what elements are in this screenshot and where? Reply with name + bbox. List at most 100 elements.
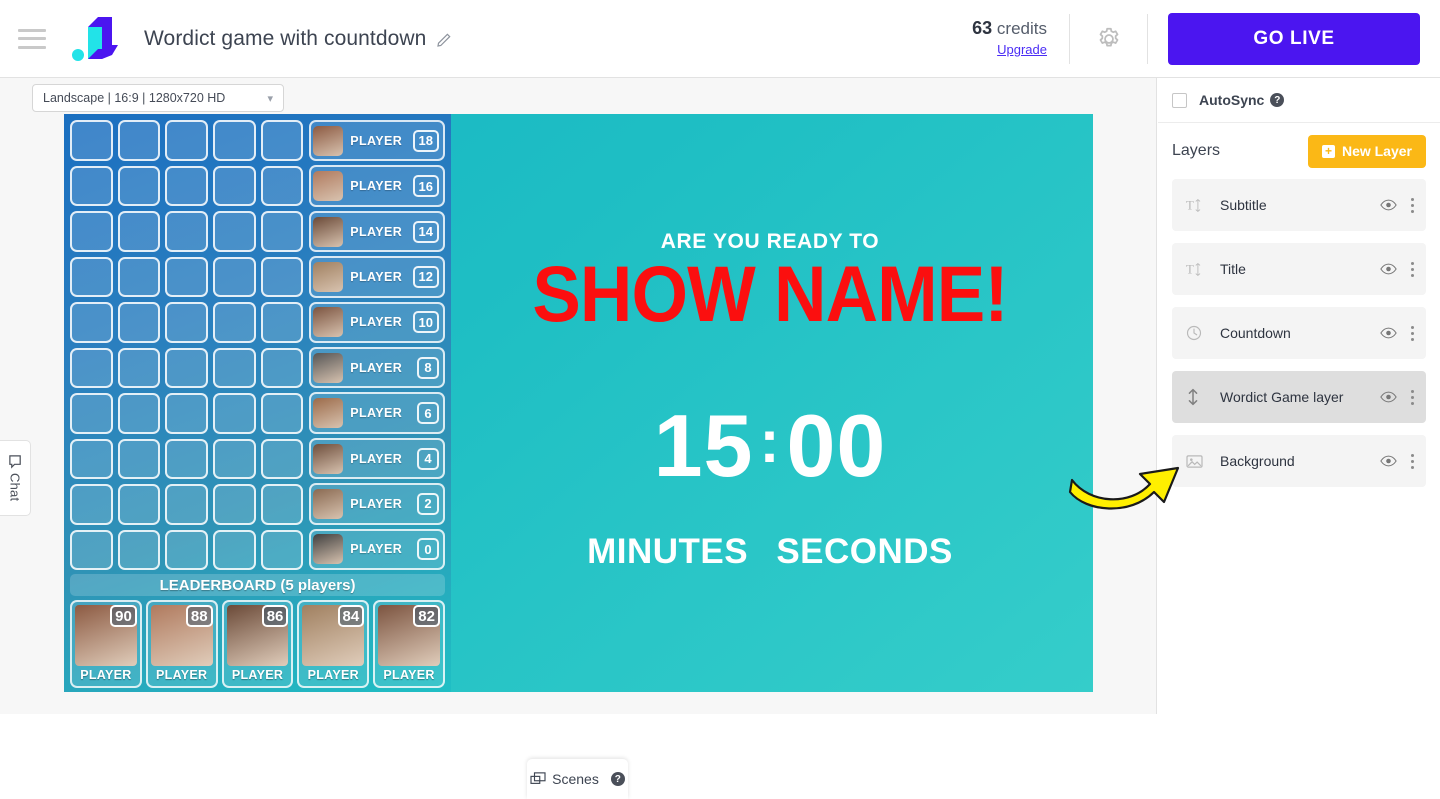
- grid-cell[interactable]: [117, 211, 161, 252]
- settings-button[interactable]: [1070, 13, 1148, 64]
- player-avatar: [313, 352, 344, 383]
- grid-cell[interactable]: [70, 256, 113, 297]
- word-grid[interactable]: [70, 120, 304, 570]
- grid-cell[interactable]: [70, 438, 113, 479]
- grid-cell[interactable]: [70, 120, 113, 161]
- help-icon[interactable]: ?: [610, 772, 625, 786]
- grid-cell[interactable]: [70, 211, 113, 252]
- player-name: PLAYER: [350, 133, 403, 148]
- grid-cell[interactable]: [117, 347, 161, 388]
- grid-cell[interactable]: [260, 165, 304, 206]
- grid-cell[interactable]: [117, 165, 161, 206]
- grid-cell[interactable]: [260, 256, 304, 297]
- player-name: PLAYER: [350, 451, 403, 466]
- grid-cell[interactable]: [260, 484, 304, 525]
- scenes-icon: [530, 772, 546, 784]
- grid-cell[interactable]: [117, 484, 161, 525]
- grid-cell[interactable]: [70, 347, 113, 388]
- autosync-row[interactable]: AutoSync ?: [1158, 78, 1440, 123]
- leaderboard-card: 82 PLAYER: [373, 600, 445, 688]
- grid-cell[interactable]: [260, 302, 304, 343]
- player-score: 10: [412, 311, 439, 334]
- help-icon[interactable]: ?: [1270, 93, 1285, 107]
- chat-tab[interactable]: Chat: [0, 440, 31, 516]
- layer-row-subtitle[interactable]: T Subtitle: [1172, 179, 1426, 231]
- grid-cell[interactable]: [165, 120, 208, 161]
- grid-cell[interactable]: [212, 347, 256, 388]
- kebab-menu-icon[interactable]: [1411, 453, 1414, 469]
- grid-cell[interactable]: [70, 529, 113, 570]
- grid-cell[interactable]: [165, 165, 208, 206]
- grid-cell[interactable]: [165, 484, 208, 525]
- grid-cell[interactable]: [70, 393, 113, 434]
- kebab-menu-icon[interactable]: [1411, 261, 1414, 277]
- player-row: PLAYER 12: [309, 256, 445, 298]
- player-row: PLAYER 14: [309, 210, 445, 253]
- pencil-icon[interactable]: [437, 31, 453, 47]
- layer-row-countdown[interactable]: Countdown: [1172, 307, 1426, 359]
- player-row: PLAYER 6: [309, 392, 445, 434]
- eye-icon[interactable]: [1380, 263, 1397, 275]
- canvas-title: SHOW NAME!: [532, 249, 1008, 338]
- new-layer-button[interactable]: + New Layer: [1307, 134, 1426, 168]
- grid-cell[interactable]: [260, 211, 304, 252]
- grid-cell[interactable]: [260, 438, 304, 479]
- grid-cell[interactable]: [212, 529, 256, 570]
- layer-row-wordict-game-layer[interactable]: Wordict Game layer: [1172, 371, 1426, 423]
- grid-cell[interactable]: [70, 165, 113, 206]
- kebab-menu-icon[interactable]: [1411, 197, 1414, 213]
- canvas-subtitle: ARE YOU READY TO: [660, 230, 880, 253]
- grid-cell[interactable]: [70, 302, 113, 343]
- grid-cell[interactable]: [212, 302, 256, 343]
- grid-cell[interactable]: [117, 256, 161, 297]
- aspect-ratio-select[interactable]: Landscape | 16:9 | 1280x720 HD ▾: [32, 84, 284, 112]
- grid-cell[interactable]: [117, 438, 161, 479]
- grid-cell[interactable]: [117, 529, 161, 570]
- eye-icon[interactable]: [1380, 327, 1397, 339]
- grid-cell[interactable]: [260, 393, 304, 434]
- grid-cell[interactable]: [165, 438, 208, 479]
- wordict-game-layer[interactable]: PLAYER 18 PLAYER 16 PLAYER 14 PLAYER 12 PLAYER 10…: [64, 114, 451, 692]
- grid-cell[interactable]: [212, 211, 256, 252]
- grid-cell[interactable]: [165, 256, 208, 297]
- player-score: 18: [412, 129, 439, 152]
- leaderboard-score: 90: [110, 605, 137, 627]
- eye-icon[interactable]: [1380, 391, 1397, 403]
- grid-cell[interactable]: [212, 165, 256, 206]
- eye-icon[interactable]: [1380, 455, 1397, 467]
- countdown-minutes-label: MINUTES: [587, 532, 749, 571]
- grid-cell[interactable]: [165, 302, 208, 343]
- grid-cell[interactable]: [260, 529, 304, 570]
- arrows-vertical-icon: [1186, 388, 1206, 406]
- grid-cell[interactable]: [260, 347, 304, 388]
- kebab-menu-icon[interactable]: [1411, 325, 1414, 341]
- layer-row-title[interactable]: T Title: [1172, 243, 1426, 295]
- grid-cell[interactable]: [117, 302, 161, 343]
- grid-cell[interactable]: [117, 120, 161, 161]
- grid-cell[interactable]: [165, 211, 208, 252]
- grid-cell[interactable]: [212, 393, 256, 434]
- grid-cell[interactable]: [260, 120, 304, 161]
- grid-cell[interactable]: [165, 529, 208, 570]
- layer-name: Subtitle: [1220, 197, 1267, 213]
- player-name: PLAYER: [350, 269, 403, 284]
- grid-cell[interactable]: [117, 393, 161, 434]
- preview-canvas[interactable]: ARE YOU READY TO SHOW NAME! 15:00 MINUTE…: [64, 114, 1093, 692]
- leaderboard-name: PLAYER: [231, 668, 284, 682]
- grid-cell[interactable]: [165, 393, 208, 434]
- grid-cell[interactable]: [212, 438, 256, 479]
- go-live-button[interactable]: GO LIVE: [1168, 12, 1420, 65]
- grid-cell[interactable]: [212, 256, 256, 297]
- scenes-button[interactable]: Scenes ?: [527, 759, 628, 799]
- autosync-checkbox[interactable]: [1172, 92, 1187, 108]
- grid-cell[interactable]: [212, 120, 256, 161]
- grid-cell[interactable]: [165, 347, 208, 388]
- upgrade-link[interactable]: Upgrade: [997, 42, 1047, 57]
- grid-cell[interactable]: [212, 484, 256, 525]
- kebab-menu-icon[interactable]: [1411, 389, 1414, 405]
- player-row: PLAYER 10: [309, 301, 445, 344]
- eye-icon[interactable]: [1380, 199, 1397, 211]
- hamburger-icon[interactable]: [18, 28, 46, 49]
- grid-cell[interactable]: [70, 484, 113, 525]
- layer-row-background[interactable]: Background: [1172, 435, 1426, 487]
